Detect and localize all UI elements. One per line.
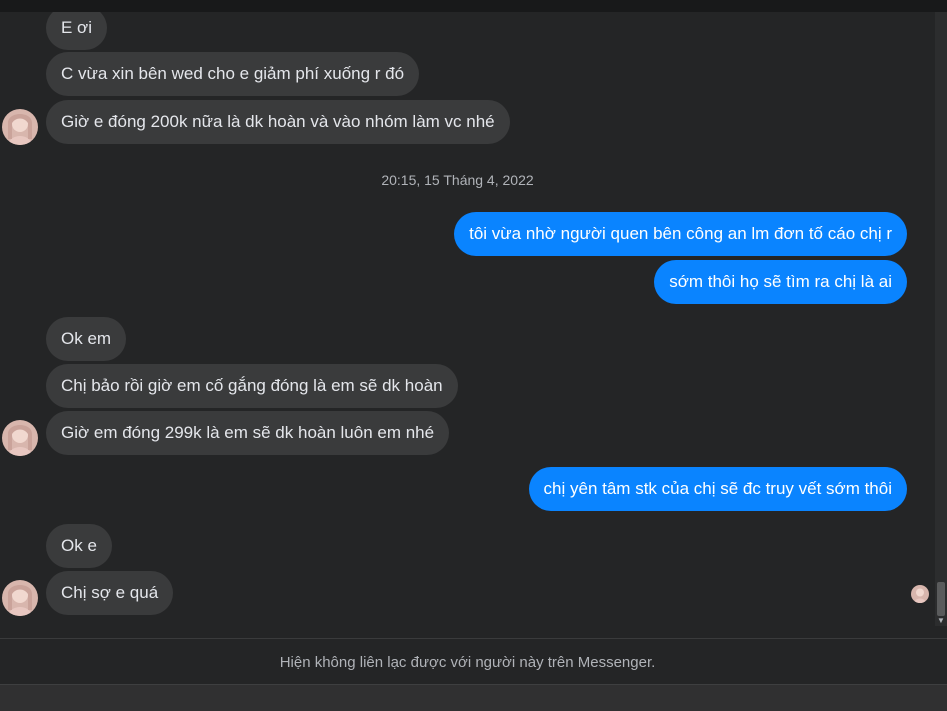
contact-avatar[interactable] xyxy=(2,420,38,456)
chat-scrollbar[interactable]: ▼ xyxy=(935,12,947,626)
message-bubble-incoming[interactable]: Giờ e đóng 200k nữa là dk hoàn và vào nh… xyxy=(46,100,510,144)
message-bubble-incoming[interactable]: Ok em xyxy=(46,317,127,361)
message-bubble-incoming[interactable]: Ok e xyxy=(46,524,112,568)
message-list[interactable]: E ơi C vừa xin bên wed cho e giảm phí xu… xyxy=(0,12,935,638)
contact-avatar[interactable] xyxy=(2,109,38,145)
message-bubble-outgoing[interactable]: tôi vừa nhờ người quen bên công an lm đơ… xyxy=(454,212,907,256)
message-bubble-incoming[interactable]: Giờ em đóng 299k là em sẽ dk hoàn luôn e… xyxy=(46,411,450,455)
message-bubble-incoming[interactable]: Chị bảo rồi giờ em cố gắng đóng là em sẽ… xyxy=(46,364,458,408)
unavailable-notice: Hiện không liên lạc được với người này t… xyxy=(279,654,656,671)
top-bar xyxy=(0,0,947,12)
conversation-timestamp: 20:15, 15 Tháng 4, 2022 xyxy=(381,172,534,188)
message-bubble-outgoing[interactable]: sớm thôi họ sẽ tìm ra chị là ai xyxy=(654,260,907,304)
chevron-down-icon[interactable]: ▼ xyxy=(936,616,946,626)
message-bubble-outgoing[interactable]: chị yên tâm stk của chị sẽ đc truy vết s… xyxy=(528,467,907,511)
seen-indicator-avatar xyxy=(911,585,929,603)
message-bubble-incoming[interactable]: Chị sợ e quá xyxy=(46,571,174,615)
scrollbar-thumb[interactable] xyxy=(937,582,945,616)
contact-avatar[interactable] xyxy=(2,580,38,616)
bottom-bar xyxy=(0,684,947,711)
message-bubble-incoming[interactable]: E ơi xyxy=(46,12,107,50)
message-bubble-incoming[interactable]: C vừa xin bên wed cho e giảm phí xuống r… xyxy=(46,52,420,96)
